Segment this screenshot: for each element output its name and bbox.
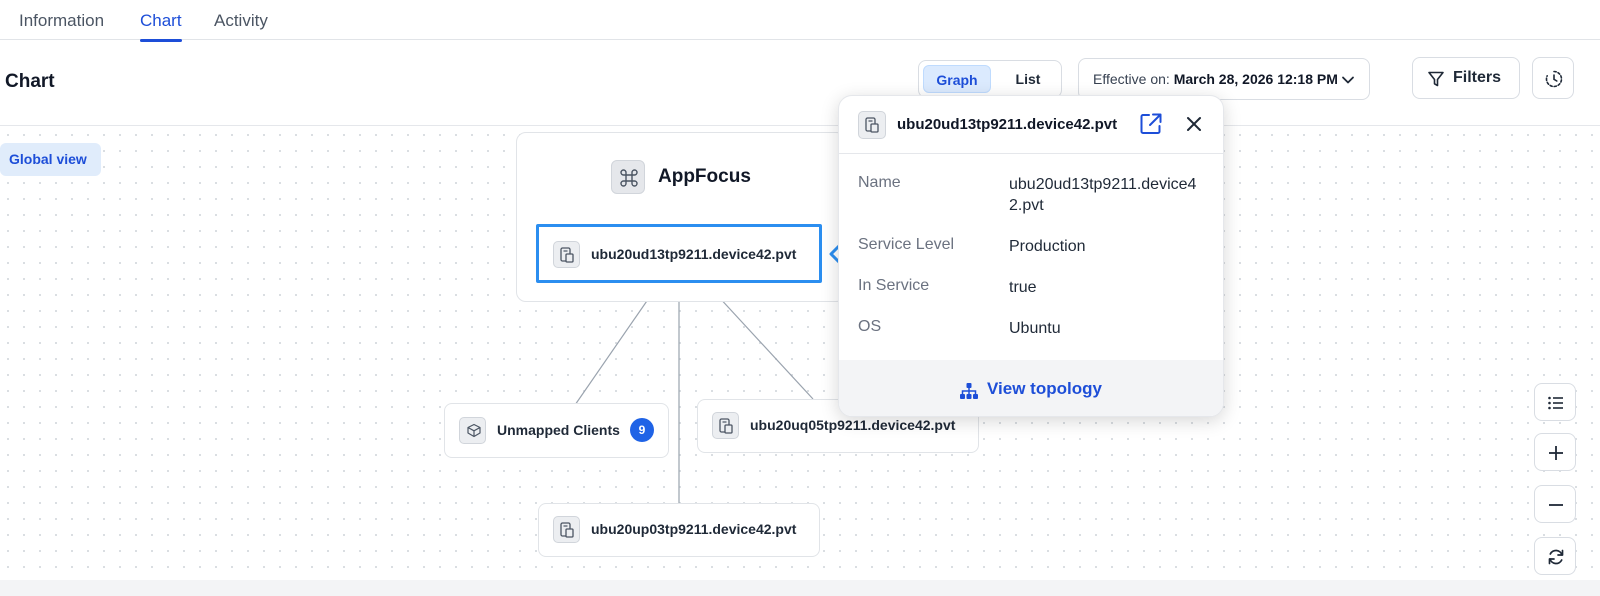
group-title: AppFocus	[658, 166, 751, 187]
detail-value: ubu20ud13tp9211.device42.pvt	[1009, 176, 1197, 214]
device-node-up03[interactable]: ubu20up03tp9211.device42.pvt	[538, 503, 820, 557]
zoom-in-button[interactable]	[1534, 433, 1576, 471]
server-device-icon	[712, 412, 739, 439]
view-toggle: Graph List	[918, 60, 1062, 98]
node-label: ubu20ud13tp9211.device42.pvt	[591, 246, 797, 262]
open-external-icon[interactable]	[1139, 112, 1163, 136]
node-label: Unmapped Clients	[497, 422, 620, 438]
list-icon	[1548, 396, 1563, 410]
device-details-popover: ubu20ud13tp9211.device42.pvt Name ubu20u…	[838, 95, 1224, 417]
legend-button[interactable]	[1534, 383, 1576, 421]
node-label: ubu20up03tp9211.device42.pvt	[591, 521, 797, 537]
plus-icon	[1549, 446, 1563, 460]
filters-button[interactable]: Filters	[1412, 57, 1520, 99]
refresh-icon	[1548, 549, 1564, 565]
reset-view-button[interactable]	[1534, 537, 1576, 575]
chart-header: Chart Graph List Effective on: March 28,…	[0, 40, 1600, 126]
node-label: ubu20uq05tp9211.device42.pvt	[750, 417, 956, 433]
device-node-ud13[interactable]: ubu20ud13tp9211.device42.pvt	[536, 224, 822, 283]
graph-canvas[interactable]: Global view AppFocus ubu20ud13tp9211.dev…	[0, 127, 1600, 596]
unknown-package-icon	[459, 417, 486, 444]
effective-label: Effective on:	[1093, 71, 1170, 87]
page-title: Chart	[5, 71, 55, 92]
effective-value: March 28, 2026 12:18 PM	[1173, 71, 1338, 87]
popover-footer: View topology	[839, 360, 1223, 416]
tab-bar: Information Chart Activity	[0, 0, 1600, 42]
close-icon[interactable]	[1185, 115, 1203, 133]
popover-header: ubu20ud13tp9211.device42.pvt	[839, 96, 1223, 154]
clock-history-icon	[1545, 70, 1563, 88]
topology-icon	[960, 383, 978, 399]
detail-value: Ubuntu	[1009, 320, 1061, 337]
server-device-icon	[858, 111, 886, 139]
server-device-icon	[553, 516, 580, 543]
canvas-bottom-edge	[0, 580, 1600, 596]
filters-label: Filters	[1453, 69, 1502, 86]
view-topology-link[interactable]: View topology	[987, 379, 1102, 399]
tab-chart[interactable]: Chart	[140, 11, 182, 42]
tab-information[interactable]: Information	[19, 11, 104, 31]
command-icon	[611, 160, 645, 194]
popover-title: ubu20ud13tp9211.device42.pvt	[897, 116, 1118, 133]
detail-key: OS	[858, 318, 882, 335]
server-device-icon	[553, 241, 580, 268]
detail-value: Production	[1009, 238, 1086, 255]
minus-icon	[1549, 504, 1563, 506]
detail-key: In Service	[858, 277, 930, 294]
effective-date-dropdown[interactable]: Effective on: March 28, 2026 12:18 PM	[1078, 58, 1370, 100]
zoom-out-button[interactable]	[1534, 485, 1576, 523]
count-badge: 9	[630, 418, 654, 442]
detail-key: Name	[858, 174, 901, 191]
chevron-down-icon	[1342, 76, 1354, 84]
list-view-button[interactable]: List	[999, 65, 1057, 93]
detail-value: true	[1009, 279, 1037, 296]
unmapped-clients-node[interactable]: Unmapped Clients 9	[444, 403, 669, 458]
history-button[interactable]	[1532, 57, 1574, 99]
detail-key: Service Level	[858, 236, 955, 253]
graph-view-button[interactable]: Graph	[923, 65, 991, 93]
filter-icon	[1428, 71, 1444, 87]
tab-activity[interactable]: Activity	[214, 11, 268, 31]
